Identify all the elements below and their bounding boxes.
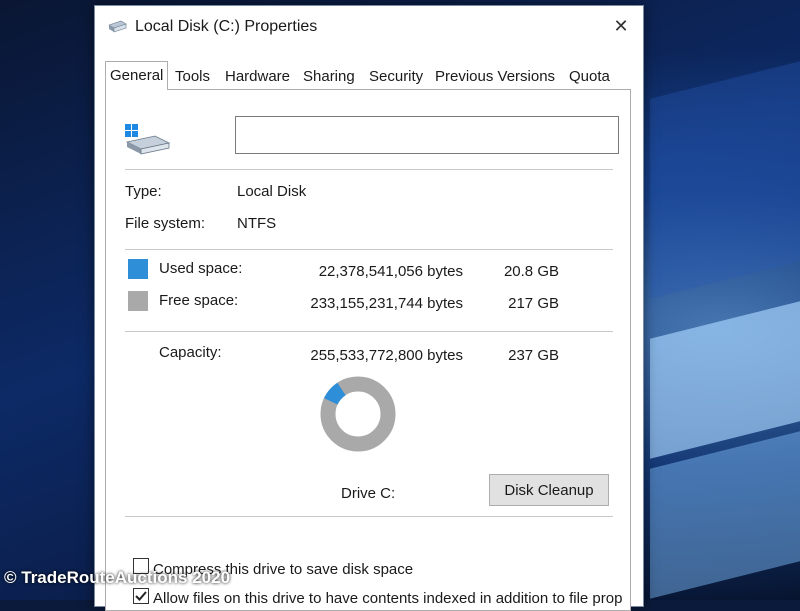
tab-strip: General Tools Hardware Sharing Security … — [105, 61, 625, 90]
capacity-size: 237 GB — [508, 347, 559, 364]
close-button[interactable]: ✕ — [599, 6, 643, 46]
file-system-label: File system: — [125, 215, 206, 232]
index-checkbox[interactable] — [133, 588, 149, 604]
used-space-size: 20.8 GB — [503, 263, 559, 280]
index-label: Allow files on this drive to have conten… — [153, 590, 623, 607]
wallpaper-pane — [650, 61, 800, 299]
type-label: Type: — [125, 183, 162, 200]
tab-tools[interactable]: Tools — [171, 64, 214, 89]
free-space-swatch — [128, 291, 148, 311]
separator — [125, 249, 613, 250]
tab-quota[interactable]: Quota — [565, 64, 614, 89]
drive-icon — [125, 124, 171, 155]
tab-security[interactable]: Security — [365, 64, 427, 89]
free-space-bytes: 233,155,231,744 bytes — [310, 295, 463, 312]
wallpaper-pane — [650, 301, 800, 459]
tab-hardware[interactable]: Hardware — [221, 64, 294, 89]
drive-icon — [108, 20, 127, 33]
title-bar[interactable]: Local Disk (C:) Properties ✕ — [95, 6, 643, 46]
used-space-bytes: 22,378,541,056 bytes — [318, 263, 463, 280]
properties-window: Local Disk (C:) Properties ✕ General Too… — [94, 5, 644, 611]
capacity-label: Capacity: — [159, 344, 222, 361]
separator — [125, 169, 613, 170]
tab-previous-versions[interactable]: Previous Versions — [431, 64, 559, 89]
disk-cleanup-button[interactable]: Disk Cleanup — [489, 474, 609, 506]
drive-caption: Drive C: — [341, 485, 396, 502]
free-space-size: 217 GB — [508, 295, 559, 312]
separator — [125, 516, 613, 517]
type-value: Local Disk — [237, 183, 307, 200]
capacity-bytes: 255,533,772,800 bytes — [310, 347, 463, 364]
tab-sharing[interactable]: Sharing — [299, 64, 359, 89]
used-space-label: Used space: — [159, 260, 243, 277]
tab-general[interactable]: General — [105, 61, 169, 90]
window-title: Local Disk (C:) Properties — [135, 18, 318, 35]
watermark-text: © TradeRouteAuctions 2020 — [4, 568, 231, 587]
used-space-swatch — [128, 259, 148, 279]
file-system-value: NTFS — [237, 215, 277, 232]
disk-usage-donut — [320, 376, 396, 452]
drive-label-input[interactable] — [235, 116, 619, 154]
free-space-label: Free space: — [159, 292, 239, 309]
wallpaper-pane — [650, 431, 800, 599]
separator — [125, 331, 613, 332]
